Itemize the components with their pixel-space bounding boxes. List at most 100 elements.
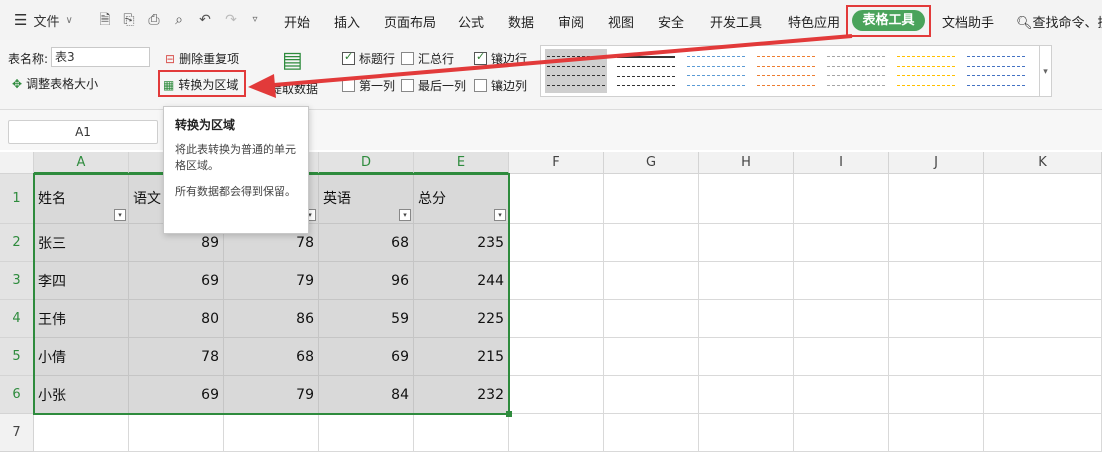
select-all-corner[interactable] bbox=[0, 152, 34, 174]
cell-f2[interactable] bbox=[509, 224, 604, 262]
cell-h1[interactable] bbox=[699, 174, 794, 224]
cell-d2[interactable]: 68 bbox=[319, 224, 414, 262]
cell-g7[interactable] bbox=[604, 414, 699, 452]
cell-i5[interactable] bbox=[794, 338, 889, 376]
cell-g3[interactable] bbox=[604, 262, 699, 300]
table-name-input[interactable]: 表3 bbox=[51, 47, 150, 67]
cell-c6[interactable]: 79 bbox=[224, 376, 319, 414]
cell-f7[interactable] bbox=[509, 414, 604, 452]
remove-duplicates-button[interactable]: ⊟ 删除重复项 bbox=[165, 50, 239, 67]
cell-h3[interactable] bbox=[699, 262, 794, 300]
cell-g4[interactable] bbox=[604, 300, 699, 338]
table-header-cell[interactable]: 姓名 ▾ bbox=[34, 174, 129, 224]
cell-d3[interactable]: 96 bbox=[319, 262, 414, 300]
undo-icon[interactable]: ↶ bbox=[196, 11, 214, 29]
cell-d4[interactable]: 59 bbox=[319, 300, 414, 338]
tab-table-tools[interactable]: 表格工具 bbox=[852, 10, 925, 31]
table-header-cell[interactable]: 总分 ▾ bbox=[414, 174, 509, 224]
cell-f3[interactable] bbox=[509, 262, 604, 300]
table-style-swatch[interactable] bbox=[965, 49, 1027, 93]
cell-i2[interactable] bbox=[794, 224, 889, 262]
cell-j1[interactable] bbox=[889, 174, 984, 224]
save-icon[interactable]: 🗎 bbox=[96, 11, 114, 29]
cell-g5[interactable] bbox=[604, 338, 699, 376]
cell-i6[interactable] bbox=[794, 376, 889, 414]
cell-h6[interactable] bbox=[699, 376, 794, 414]
table-style-swatch[interactable] bbox=[895, 49, 957, 93]
cell-a2[interactable]: 张三 bbox=[34, 224, 129, 262]
filter-dropdown-icon[interactable]: ▾ bbox=[494, 209, 506, 221]
cell-e7[interactable] bbox=[414, 414, 509, 452]
cell-b7[interactable] bbox=[129, 414, 224, 452]
print-preview-icon[interactable]: ⌕ bbox=[170, 11, 188, 29]
cell-h5[interactable] bbox=[699, 338, 794, 376]
cell-h7[interactable] bbox=[699, 414, 794, 452]
filter-dropdown-icon[interactable]: ▾ bbox=[114, 209, 126, 221]
cell-i1[interactable] bbox=[794, 174, 889, 224]
cell-j4[interactable] bbox=[889, 300, 984, 338]
cell-e4[interactable]: 225 bbox=[414, 300, 509, 338]
row-header-4[interactable]: 4 bbox=[0, 300, 34, 338]
cell-h2[interactable] bbox=[699, 224, 794, 262]
cell-i7[interactable] bbox=[794, 414, 889, 452]
row-header-3[interactable]: 3 bbox=[0, 262, 34, 300]
cell-k2[interactable] bbox=[984, 224, 1102, 262]
table-header-cell[interactable]: 英语 ▾ bbox=[319, 174, 414, 224]
column-header-i[interactable]: I bbox=[794, 152, 889, 174]
cell-e5[interactable]: 215 bbox=[414, 338, 509, 376]
cell-f1[interactable] bbox=[509, 174, 604, 224]
cell-b4[interactable]: 80 bbox=[129, 300, 224, 338]
cell-f4[interactable] bbox=[509, 300, 604, 338]
cell-g6[interactable] bbox=[604, 376, 699, 414]
cell-c4[interactable]: 86 bbox=[224, 300, 319, 338]
cell-d6[interactable]: 84 bbox=[319, 376, 414, 414]
cell-j7[interactable] bbox=[889, 414, 984, 452]
cell-j6[interactable] bbox=[889, 376, 984, 414]
tab-doc-assistant[interactable]: 文档助手 bbox=[942, 12, 994, 31]
cell-d7[interactable] bbox=[319, 414, 414, 452]
row-header-1[interactable]: 1 bbox=[0, 174, 34, 224]
cell-f6[interactable] bbox=[509, 376, 604, 414]
format-painter-icon[interactable]: ⎘ bbox=[120, 11, 138, 29]
cell-j3[interactable] bbox=[889, 262, 984, 300]
column-header-j[interactable]: J bbox=[889, 152, 984, 174]
column-header-d[interactable]: D bbox=[319, 152, 414, 174]
column-header-k[interactable]: K bbox=[984, 152, 1102, 174]
file-menu[interactable]: ☰ 文件 ∨ bbox=[14, 11, 73, 30]
cell-c3[interactable]: 79 bbox=[224, 262, 319, 300]
cell-k7[interactable] bbox=[984, 414, 1102, 452]
row-header-5[interactable]: 5 bbox=[0, 338, 34, 376]
cell-h4[interactable] bbox=[699, 300, 794, 338]
cell-b3[interactable]: 69 bbox=[129, 262, 224, 300]
column-header-g[interactable]: G bbox=[604, 152, 699, 174]
name-box[interactable]: A1 bbox=[8, 120, 158, 144]
cell-b6[interactable]: 69 bbox=[129, 376, 224, 414]
cell-d5[interactable]: 69 bbox=[319, 338, 414, 376]
column-header-f[interactable]: F bbox=[509, 152, 604, 174]
cell-k3[interactable] bbox=[984, 262, 1102, 300]
redo-icon[interactable]: ↷ bbox=[222, 11, 240, 29]
cell-a4[interactable]: 王伟 bbox=[34, 300, 129, 338]
column-header-e[interactable]: E bbox=[414, 152, 509, 174]
cell-i4[interactable] bbox=[794, 300, 889, 338]
cell-f5[interactable] bbox=[509, 338, 604, 376]
cell-k1[interactable] bbox=[984, 174, 1102, 224]
row-header-7[interactable]: 7 bbox=[0, 414, 34, 452]
cell-k6[interactable] bbox=[984, 376, 1102, 414]
row-header-6[interactable]: 6 bbox=[0, 376, 34, 414]
gallery-more-icon[interactable]: ▾ bbox=[1040, 45, 1052, 97]
cell-j5[interactable] bbox=[889, 338, 984, 376]
column-header-h[interactable]: H bbox=[699, 152, 794, 174]
cell-e2[interactable]: 235 bbox=[414, 224, 509, 262]
cell-a5[interactable]: 小倩 bbox=[34, 338, 129, 376]
cell-a3[interactable]: 李四 bbox=[34, 262, 129, 300]
column-header-a[interactable]: A bbox=[34, 152, 129, 174]
convert-to-range-button[interactable]: ▦ 转换为区域 bbox=[163, 76, 238, 93]
cell-k4[interactable] bbox=[984, 300, 1102, 338]
cell-a7[interactable] bbox=[34, 414, 129, 452]
cell-c5[interactable]: 68 bbox=[224, 338, 319, 376]
cell-g2[interactable] bbox=[604, 224, 699, 262]
row-header-2[interactable]: 2 bbox=[0, 224, 34, 262]
cell-k5[interactable] bbox=[984, 338, 1102, 376]
cell-g1[interactable] bbox=[604, 174, 699, 224]
